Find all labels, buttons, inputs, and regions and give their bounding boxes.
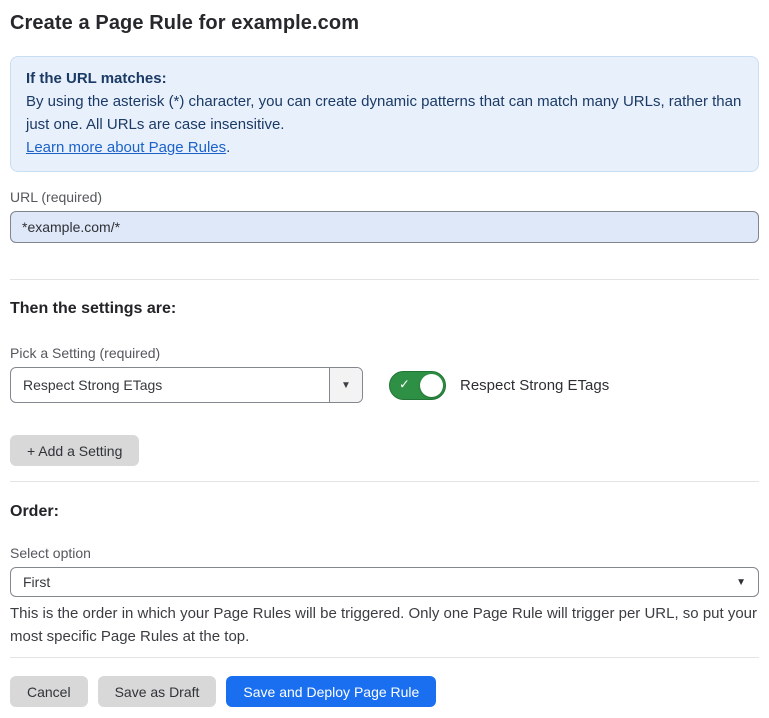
setting-dropdown-arrow-button[interactable]: ▼ (329, 368, 362, 402)
setting-toggle-label: Respect Strong ETags (460, 377, 609, 394)
pick-setting-label: Pick a Setting (required) (10, 345, 759, 361)
divider (10, 481, 759, 482)
add-setting-button[interactable]: + Add a Setting (10, 435, 139, 466)
url-field-label: URL (required) (10, 189, 759, 205)
check-icon: ✓ (399, 377, 410, 393)
page-title: Create a Page Rule for example.com (10, 12, 759, 35)
cancel-button[interactable]: Cancel (10, 676, 88, 707)
setting-dropdown-value: Respect Strong ETags (11, 368, 329, 402)
caret-down-icon: ▼ (736, 577, 746, 588)
order-section-heading: Order: (10, 503, 759, 521)
save-as-draft-button[interactable]: Save as Draft (98, 676, 217, 707)
url-match-info-box: If the URL matches: By using the asteris… (10, 56, 759, 172)
footer-actions: Cancel Save as Draft Save and Deploy Pag… (10, 676, 759, 707)
toggle-knob (420, 374, 443, 397)
order-select-value: First (23, 574, 50, 590)
order-help-text: This is the order in which your Page Rul… (10, 602, 759, 648)
setting-dropdown[interactable]: Respect Strong ETags ▼ (10, 367, 363, 403)
order-select-label: Select option (10, 545, 759, 561)
chevron-down-icon: ▼ (341, 380, 351, 391)
order-select[interactable]: First ▼ (10, 567, 759, 597)
info-box-body: By using the asterisk (*) character, you… (26, 90, 743, 136)
learn-more-link[interactable]: Learn more about Page Rules (26, 139, 226, 156)
url-input[interactable] (10, 211, 759, 243)
divider (10, 657, 759, 658)
divider (10, 279, 759, 280)
settings-section-heading: Then the settings are: (10, 300, 759, 318)
link-suffix: . (226, 139, 230, 156)
info-box-heading: If the URL matches: (26, 67, 743, 90)
setting-toggle[interactable]: ✓ (389, 371, 446, 400)
setting-row: Respect Strong ETags ▼ ✓ Respect Strong … (10, 367, 759, 403)
save-and-deploy-button[interactable]: Save and Deploy Page Rule (226, 676, 436, 707)
info-box-link-line: Learn more about Page Rules. (26, 136, 743, 159)
create-page-rule-panel: Create a Page Rule for example.com If th… (0, 0, 769, 707)
setting-toggle-group: ✓ Respect Strong ETags (389, 371, 609, 400)
